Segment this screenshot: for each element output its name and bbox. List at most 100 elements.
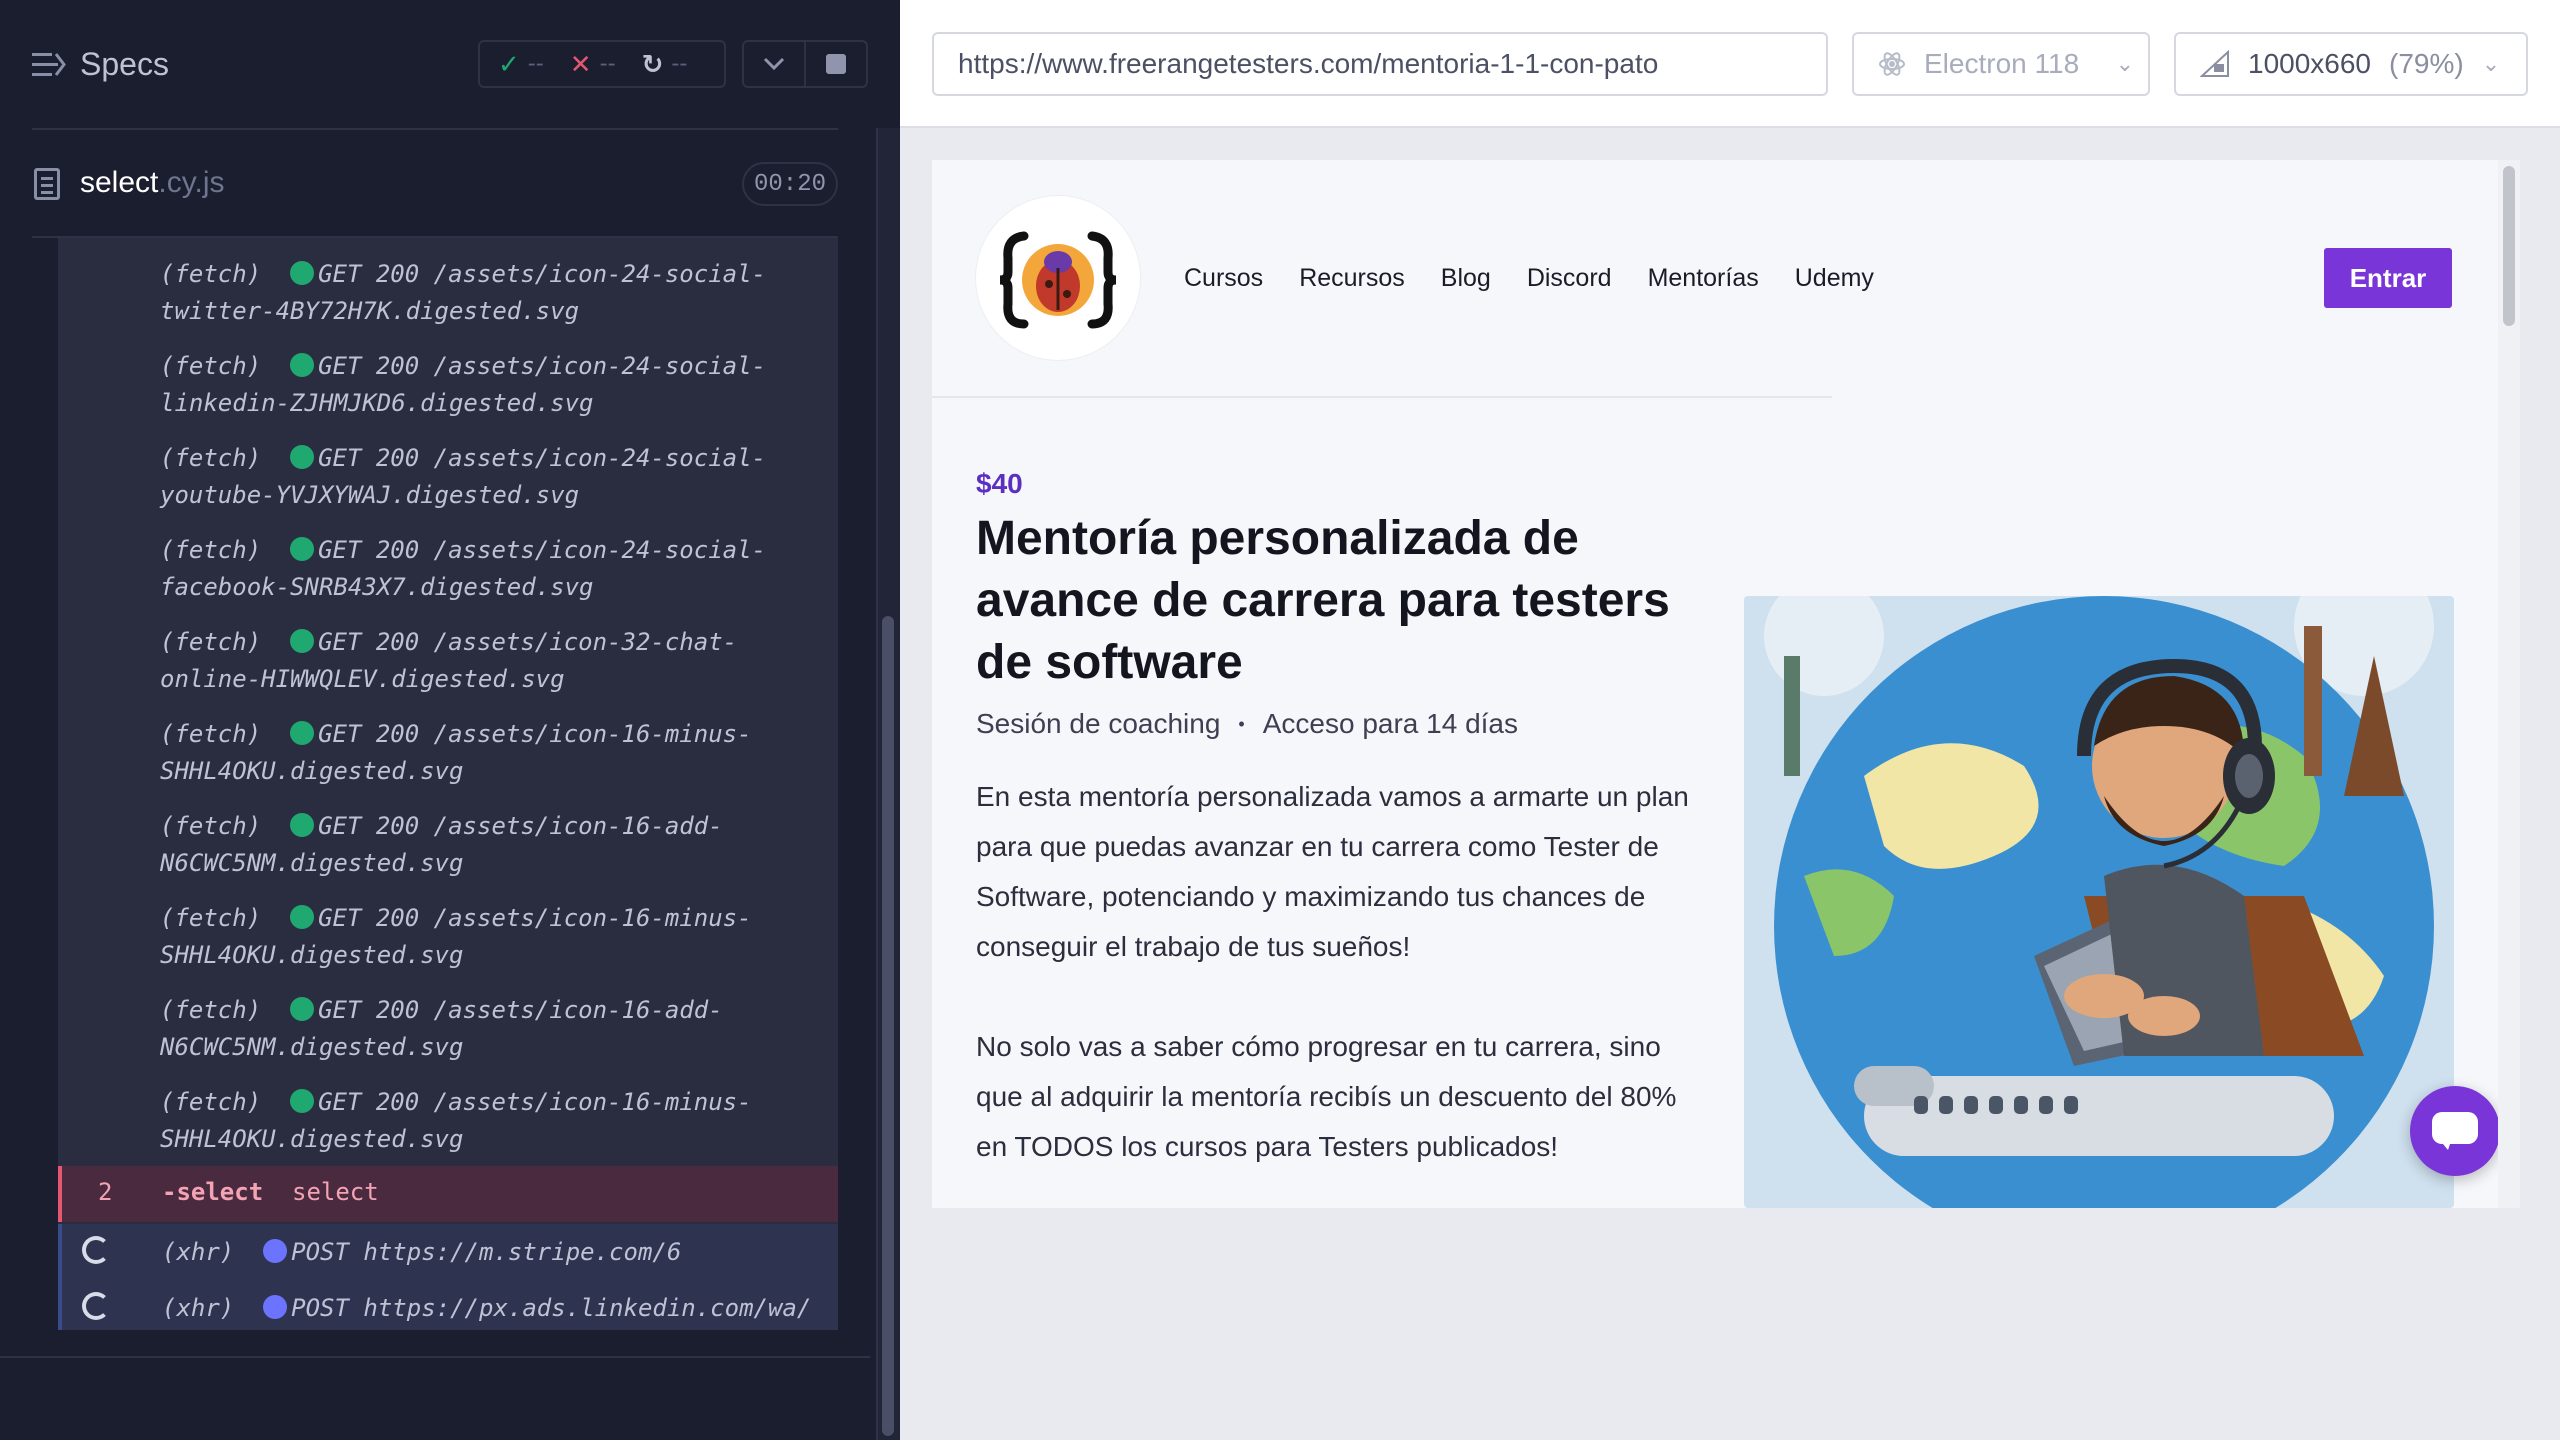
log-line-2: SHHL4OKU.digested.svg [160,757,464,785]
viewport-size: 1000x660 [2248,48,2372,79]
command-message: select [292,1178,379,1206]
log-line-1: GET 200 /assets/icon-24-social- [318,352,766,380]
scrollbar-thumb[interactable] [882,616,894,1436]
log-line-2: facebook-SNRB43X7.digested.svg [160,573,594,601]
expand-button[interactable] [744,42,804,86]
status-dot [290,537,315,561]
command-select[interactable]: 2 -select select [58,1166,838,1222]
spec-name: select [80,166,159,199]
spinner-icon: ↻ [641,48,664,79]
divider [32,128,838,130]
nav-item-discord[interactable]: Discord [1527,264,1612,293]
spec-extension: .cy.js [158,166,225,199]
pending-dot [263,1295,288,1319]
status-dot [290,1089,315,1113]
viewport-selector[interactable]: 1000x660 (79%) ⌄ [2174,32,2528,96]
product-description: En esta mentoría personalizada vamos a a… [976,781,1689,962]
nav-item-recursos[interactable]: Recursos [1299,264,1405,293]
command-name: -select [162,1178,264,1206]
log-line-1: GET 200 /assets/icon-16-add- [318,996,723,1024]
command-log: (fetch) GET 200 /assets/icon-24-social-t… [58,238,838,1330]
log-line-1: GET 200 /assets/icon-16-add- [318,812,723,840]
chevron-down-icon: ⌄ [2115,51,2134,76]
status-dot [290,721,315,745]
hero-illustration [1744,596,2454,1208]
log-line-2: SHHL4OKU.digested.svg [160,1125,464,1153]
log-line-2: twitter-4BY72H7K.digested.svg [160,297,580,325]
log-line-1: GET 200 /assets/icon-16-minus- [318,1088,752,1116]
nav-item-udemy[interactable]: Udemy [1795,264,1874,293]
site-logo[interactable] [976,196,1140,360]
login-button[interactable]: Entrar [2324,248,2452,308]
log-type: (fetch) [160,352,262,380]
run-controls [742,40,868,88]
log-type: (fetch) [160,628,262,656]
log-line-1: GET 200 /assets/icon-24-social- [318,536,766,564]
nav-item-mentorias[interactable]: Mentorías [1648,264,1759,293]
reporter-scrollbar[interactable] [876,128,900,1440]
chat-widget-button[interactable] [2410,1086,2500,1176]
spec-file-row[interactable]: select.cy.js 00:20 [0,150,900,220]
log-type: (fetch) [160,720,262,748]
nav-links: Cursos Recursos Blog Discord Mentorías U… [1184,264,1874,293]
failed-count: -- [599,50,616,77]
specs-title[interactable]: Specs [80,46,169,83]
log-line-1: GET 200 /assets/icon-24-social- [318,444,766,472]
browser-selector[interactable]: Electron 118 ⌄ [1852,32,2150,96]
log-line-2: youtube-YVJXYWAJ.digested.svg [160,481,580,509]
chat-bubble-icon [2432,1112,2478,1150]
spec-timer: 00:20 [742,162,838,206]
nav-item-cursos[interactable]: Cursos [1184,264,1263,293]
app-under-test: Cursos Recursos Blog Discord Mentorías U… [932,160,2520,1208]
chevron-down-icon: ⌄ [2481,51,2501,76]
check-icon: ✓ [498,48,520,79]
reporter-panel: Specs ✓ -- ✕ -- ↻ -- select.cy.js 00:20 … [0,0,900,1440]
log-type: (fetch) [160,536,262,564]
passed-stat: ✓ -- [498,49,544,80]
status-dot [290,261,315,285]
pending-count: -- [671,50,688,77]
status-dot [290,445,315,469]
status-dot [290,997,315,1021]
failed-stat: ✕ -- [570,49,616,80]
log-line-2: N6CWC5NM.digested.svg [160,1033,464,1061]
status-dot [290,905,315,929]
file-icon [34,168,60,200]
specs-list-icon[interactable] [32,50,66,80]
log-entry-xhr[interactable]: (xhr) POST https://m.stripe.com/6 [58,1224,838,1280]
xhr-request: POST https://m.stripe.com/6 [291,1238,682,1266]
log-line-1: GET 200 /assets/icon-24-social- [318,260,766,288]
preview-toolbar: https://www.freerangetesters.com/mentori… [900,0,2560,128]
chevron-down-icon [763,57,785,71]
url-bar[interactable]: https://www.freerangetesters.com/mentori… [932,32,1828,96]
stop-button[interactable] [804,42,866,86]
command-number: 2 [98,1178,113,1206]
log-type: (fetch) [160,996,262,1024]
bug-logo-icon [999,231,1117,329]
product-title: Mentoría personalizada de avance de carr… [976,512,1670,689]
electron-icon [1879,52,1905,76]
spec-filename: select.cy.js [80,166,224,200]
page-scrollbar[interactable] [2498,160,2520,1208]
pending-dot [263,1239,288,1263]
log-line-2: linkedin-ZJHMJKD6.digested.svg [160,389,594,417]
loading-spinner-icon [82,1236,110,1264]
log-type: (xhr) [162,1294,235,1322]
separator-dot: • [1238,713,1245,734]
site-navbar: Cursos Recursos Blog Discord Mentorías U… [932,160,2498,398]
divider [0,1356,870,1358]
scrollbar-thumb[interactable] [2503,166,2515,326]
nav-item-blog[interactable]: Blog [1441,264,1491,293]
log-line-1: GET 200 /assets/icon-16-minus- [318,720,752,748]
zoom-level: (79%) [2389,48,2464,79]
product-type: Sesión de coaching [976,708,1221,739]
log-line-1: GET 200 /assets/icon-16-minus- [318,904,752,932]
log-type: (fetch) [160,444,262,472]
reporter-header: Specs ✓ -- ✕ -- ↻ -- [0,0,900,130]
log-type: (fetch) [160,1088,262,1116]
product-description: No solo vas a saber cómo progresar en tu… [976,1031,1677,1162]
stop-icon [826,54,846,74]
log-entry-xhr[interactable]: (xhr) POST https://px.ads.linkedin.com/w… [58,1280,838,1330]
divider [932,396,1832,398]
loading-spinner-icon [82,1292,110,1320]
